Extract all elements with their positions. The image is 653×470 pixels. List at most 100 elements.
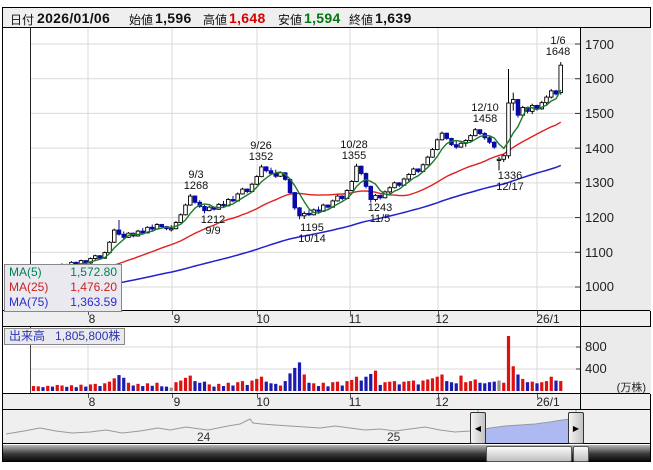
volume-bar [303, 375, 306, 392]
volume-bar [512, 366, 515, 391]
volume-bar [160, 386, 163, 391]
volume-bar [459, 376, 462, 391]
scrollbar-thumb[interactable] [486, 446, 572, 462]
volume-bar [51, 387, 54, 391]
volume-bar [222, 386, 225, 391]
volume-bar [155, 383, 158, 391]
volume-bar [369, 374, 372, 391]
volume-axis-label: 400 [585, 361, 607, 376]
volume-bar [231, 386, 234, 392]
candle-body [492, 142, 496, 147]
volume-bar [326, 386, 329, 391]
volume-bar [65, 387, 68, 391]
range-navigator[interactable] [3, 410, 650, 444]
volume-bar [507, 336, 510, 391]
volume-bar [407, 381, 410, 391]
volume-bar [345, 381, 348, 391]
candle-body [369, 186, 373, 199]
candle-body [160, 225, 164, 227]
date-value: 2026/01/06 [37, 10, 110, 26]
volume-bar [445, 381, 448, 391]
volume-bar [483, 383, 486, 391]
volume-bar [79, 385, 82, 391]
candle-body [488, 138, 492, 143]
candle-body [231, 200, 235, 201]
volume-bar [136, 384, 139, 391]
candle-body [559, 65, 563, 92]
volume-bar [269, 383, 272, 391]
volume-bar [502, 383, 505, 391]
x-axis-label: 11 [349, 395, 361, 409]
candle-body [435, 140, 439, 150]
candle-body [454, 145, 458, 147]
date-label: 日付 [10, 11, 34, 28]
volume-bar [298, 362, 301, 391]
volume-bar [360, 381, 363, 391]
candle-body [184, 205, 188, 215]
low-label: 安値 [278, 11, 302, 28]
candle-body [260, 167, 264, 177]
volume-bar [516, 375, 519, 392]
volume-bar [103, 383, 106, 391]
candle-body [549, 91, 553, 97]
candle-body [431, 150, 435, 158]
candle-body [507, 103, 511, 156]
open-label: 始値 [129, 11, 153, 28]
volume-bar [312, 383, 315, 391]
price-annotation: 1/61648 [546, 36, 570, 58]
volume-bar [217, 384, 220, 391]
volume-bar [241, 381, 244, 391]
close-label: 終値 [349, 11, 373, 28]
volume-bar [317, 386, 320, 391]
volume-bar [341, 386, 344, 392]
navigator-left-handle[interactable]: ◀ [470, 412, 486, 444]
ma75-value: 1,363.59 [70, 295, 117, 310]
volume-bar [255, 379, 258, 391]
ma-legend: MA(5) 1,572.80 MA(25) 1,476.20 MA(75) 1,… [4, 264, 122, 312]
volume-bar [198, 383, 201, 391]
candle-body [497, 159, 501, 160]
volume-bar [165, 387, 168, 391]
candle-body [478, 130, 482, 134]
candle-body [179, 215, 183, 223]
volume-bar [440, 375, 443, 392]
x-axis-label: 9 [174, 395, 181, 409]
y-axis-label: 1300 [585, 175, 614, 190]
candle-body [336, 196, 340, 201]
volume-bar [478, 383, 481, 391]
candle-body [412, 169, 416, 175]
candle-body [317, 210, 321, 211]
low-value: 1,594 [304, 10, 341, 26]
x-axis-label: 8 [89, 395, 96, 409]
price-annotation: 124311/5 [368, 203, 392, 225]
candle-body [459, 143, 463, 147]
x-axis-label: 10 [256, 395, 269, 409]
candle-body [350, 181, 354, 190]
candle-body [264, 167, 268, 171]
high-value: 1,648 [229, 10, 266, 26]
candle-body [511, 100, 515, 103]
candle-body [207, 207, 211, 210]
candle-body [298, 208, 302, 216]
candle-body [188, 196, 192, 205]
candle-body [393, 183, 397, 188]
x-axis-label: 9 [174, 312, 181, 326]
candle-body [122, 234, 126, 237]
x-axis-label: 8 [89, 312, 96, 326]
volume-bar [212, 387, 215, 391]
navigator-right-handle[interactable]: ▶ [568, 412, 584, 444]
y-axis-label: 1500 [585, 106, 614, 121]
ma5-label: MA(5) [9, 265, 42, 280]
candle-body [502, 156, 506, 159]
candle-body [141, 231, 145, 233]
candle-body [222, 204, 226, 205]
candle-body [378, 195, 382, 197]
volume-bar [274, 384, 277, 391]
volume-bar [288, 373, 291, 391]
candle-body [469, 136, 473, 141]
volume-title-box: 出来高1,805,800株 [4, 328, 125, 345]
open-value: 1,596 [155, 10, 192, 26]
quote-header: 日付 2026/01/06 始値 1,596 高値 1,648 安値 1,594… [3, 8, 650, 28]
scrollbar-end-button[interactable] [573, 446, 589, 462]
volume-bar [127, 383, 130, 391]
